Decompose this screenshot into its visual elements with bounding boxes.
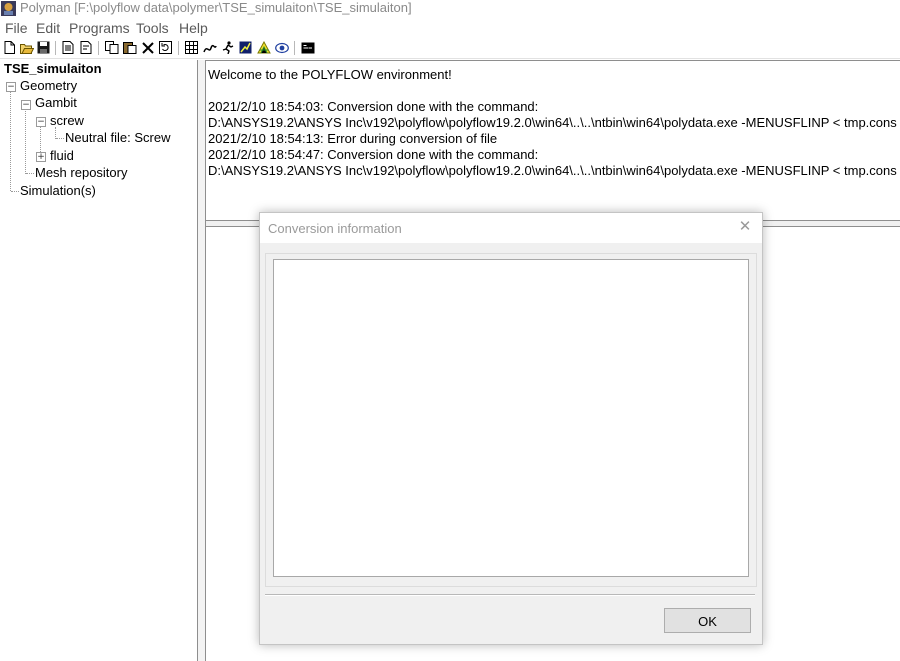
tree-collapse-toggle[interactable]: − — [36, 117, 46, 127]
conversion-info-textarea[interactable] — [273, 259, 749, 577]
dialog-title: Conversion information — [268, 221, 402, 236]
tree-item-geometry[interactable]: Geometry — [20, 78, 77, 94]
window-title: Polyman [F:\polyflow data\polymer\TSE_si… — [20, 0, 412, 15]
save-icon[interactable] — [36, 40, 51, 55]
pane-splitter-vertical[interactable] — [198, 60, 206, 661]
window-titlebar: Polyman [F:\polyflow data\polymer\TSE_si… — [0, 0, 900, 18]
toolbar — [0, 39, 900, 59]
tree-item-neutral-file[interactable]: Neutral file: Screw — [65, 130, 170, 146]
mesh-icon[interactable] — [256, 40, 271, 55]
tree-connector — [26, 173, 34, 174]
tree-item-screw[interactable]: screw — [50, 113, 84, 129]
tree-connector — [25, 107, 26, 174]
new-icon[interactable] — [2, 40, 17, 55]
menu-programs[interactable]: Programs — [69, 20, 130, 37]
log-line: Welcome to the POLYFLOW environment! — [208, 67, 452, 82]
refresh-icon[interactable] — [158, 40, 173, 55]
tree-item-mesh-repository[interactable]: Mesh repository — [35, 165, 127, 181]
dialog-separator — [265, 594, 755, 596]
close-icon[interactable]: ✕ — [738, 219, 752, 235]
ok-button[interactable]: OK — [664, 608, 751, 633]
log-line: 2021/2/10 18:54:13: Error during convers… — [208, 131, 498, 146]
project-tree: TSE_simulaiton − Geometry − Gambit − scr… — [0, 60, 198, 661]
tree-collapse-toggle[interactable]: − — [21, 100, 31, 110]
tree-item-gambit[interactable]: Gambit — [35, 95, 77, 111]
output-log: Welcome to the POLYFLOW environment! 202… — [206, 60, 900, 221]
log-line: 2021/2/10 18:54:03: Conversion done with… — [208, 99, 539, 114]
menu-tools[interactable]: Tools — [136, 20, 169, 37]
tree-connector — [56, 138, 64, 139]
toolbar-separator — [178, 41, 179, 55]
tree-expand-toggle[interactable]: + — [36, 152, 46, 162]
log-line: D:\ANSYS19.2\ANSYS Inc\v192\polyflow\pol… — [208, 115, 897, 130]
tree-connector — [10, 83, 11, 191]
run-icon[interactable] — [220, 40, 235, 55]
open-icon[interactable] — [19, 40, 34, 55]
dialog-titlebar[interactable]: Conversion information ✕ — [260, 213, 762, 243]
menu-file[interactable]: File — [5, 20, 28, 37]
log-line: D:\ANSYS19.2\ANSYS Inc\v192\polyflow\pol… — [208, 163, 897, 178]
dialog-group-box — [265, 253, 757, 587]
delete-icon[interactable] — [140, 40, 155, 55]
polyman-app-icon — [1, 1, 16, 16]
menu-help[interactable]: Help — [179, 20, 208, 37]
toolbar-separator — [55, 41, 56, 55]
tree-collapse-toggle[interactable]: − — [6, 82, 16, 92]
conversion-info-dialog: Conversion information ✕ OK — [259, 212, 763, 645]
eye-icon[interactable] — [274, 40, 289, 55]
page-icon[interactable] — [60, 40, 75, 55]
console-icon[interactable] — [300, 40, 315, 55]
menu-bar: File Edit Programs Tools Help — [0, 19, 900, 38]
toolbar-separator — [294, 41, 295, 55]
paste-icon[interactable] — [122, 40, 137, 55]
menu-edit[interactable]: Edit — [36, 20, 60, 37]
chart-icon[interactable] — [238, 40, 253, 55]
tree-item-fluid[interactable]: fluid — [50, 148, 74, 164]
copy-icon[interactable] — [104, 40, 119, 55]
page2-icon[interactable] — [78, 40, 93, 55]
curve-icon[interactable] — [202, 40, 217, 55]
toolbar-separator — [98, 41, 99, 55]
tree-root-label[interactable]: TSE_simulaiton — [4, 61, 102, 76]
log-line: 2021/2/10 18:54:47: Conversion done with… — [208, 147, 539, 162]
tree-item-simulations[interactable]: Simulation(s) — [20, 183, 96, 199]
grid-icon[interactable] — [184, 40, 199, 55]
tree-connector — [11, 191, 19, 192]
